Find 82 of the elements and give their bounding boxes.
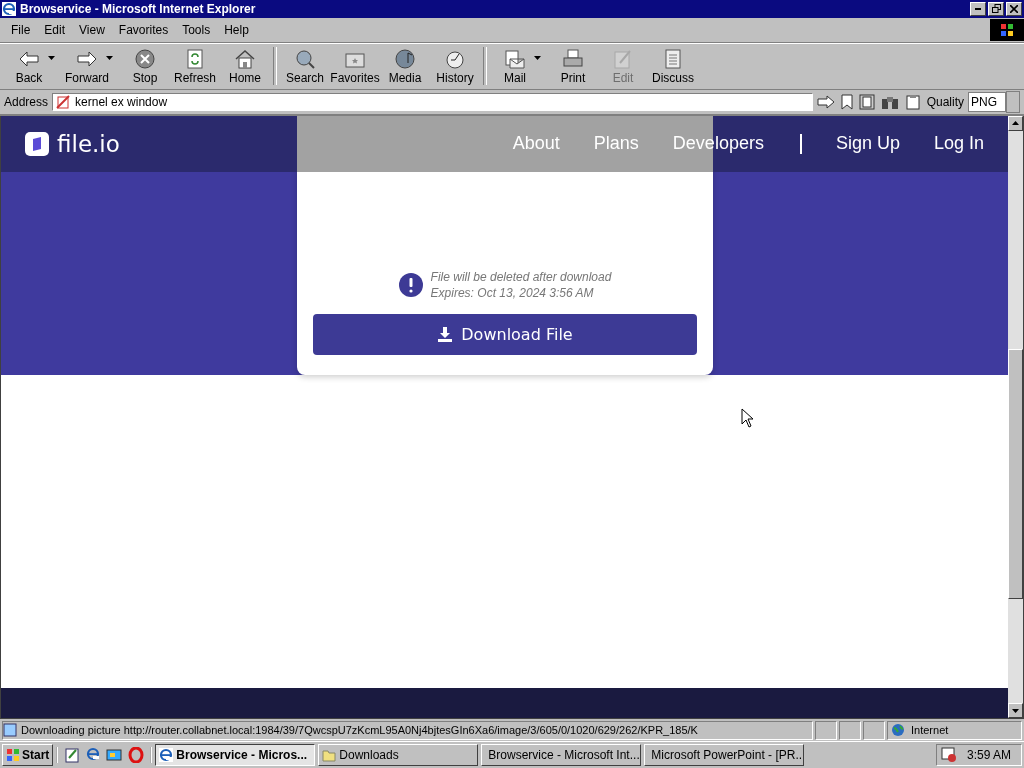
mouse-pointer-icon — [741, 407, 754, 428]
refresh-icon — [184, 47, 206, 70]
download-icon — [437, 326, 454, 343]
toolbar-button[interactable]: Mail — [490, 45, 540, 87]
taskbar-button[interactable]: Browservice - Micros... — [155, 744, 316, 767]
clipboard-icon[interactable] — [904, 93, 921, 110]
browser-icon — [159, 748, 174, 763]
toolbar-button[interactable]: Discuss — [648, 45, 698, 87]
toolbar-button[interactable]: Forward — [62, 45, 112, 87]
toolbar-button[interactable]: History — [430, 45, 480, 87]
browser-icon[interactable] — [86, 747, 101, 762]
globe-music-icon — [394, 47, 416, 70]
scroll-down-button[interactable] — [1008, 703, 1023, 719]
up-arrow-icon — [1012, 121, 1019, 126]
logo-text: file.io — [57, 130, 120, 157]
toolbar-button[interactable]: Media — [380, 45, 430, 87]
menu-item[interactable]: Help — [217, 22, 256, 37]
status-pane — [839, 720, 861, 740]
zone-label: Internet — [911, 724, 949, 737]
address-label: Address — [4, 94, 49, 109]
windows-flag-icon — [6, 748, 20, 763]
search-icon — [294, 47, 316, 70]
status-pane — [863, 720, 885, 740]
taskbar-button[interactable]: Microsoft PowerPoint - [PR... — [644, 744, 805, 767]
dropdown-arrow-icon[interactable] — [48, 55, 55, 60]
toolbar-button[interactable]: Print — [548, 45, 598, 87]
taskbar-button[interactable]: Browservice - Microsoft Int... — [481, 744, 642, 767]
minimize-icon — [975, 7, 981, 10]
status-pane — [815, 720, 837, 740]
close-button[interactable] — [1006, 1, 1022, 16]
folder-icon — [322, 748, 337, 763]
windows-flag-icon — [1000, 22, 1014, 37]
taskbar-button[interactable]: Downloads — [318, 744, 479, 767]
menu-item[interactable]: View — [72, 22, 112, 37]
home-icon — [234, 47, 256, 70]
browser-icon — [2, 1, 16, 16]
menu-item[interactable]: Tools — [175, 22, 218, 37]
download-button[interactable]: Download File — [313, 313, 697, 355]
nav-link[interactable]: Log In — [933, 133, 984, 155]
printer-icon — [562, 47, 584, 70]
down-arrow-icon — [1012, 708, 1019, 713]
notice-text: Expires: Oct 13, 2024 3:56 AM — [430, 285, 595, 300]
address-field[interactable]: kernel ex window — [52, 92, 813, 111]
desktop-icon[interactable] — [106, 747, 123, 764]
toolbar-button[interactable]: Back — [4, 45, 54, 87]
page-crossed-icon — [56, 94, 71, 109]
restore-icon — [991, 4, 1001, 14]
notice-text: File will be deleted after download — [430, 269, 612, 284]
dropdown-arrow-icon[interactable] — [534, 55, 541, 60]
scroll-thumb[interactable] — [1008, 348, 1023, 599]
dropdown-arrow-icon[interactable] — [106, 55, 113, 60]
bookmark-icon[interactable] — [840, 93, 853, 110]
go-arrow-icon[interactable] — [816, 94, 835, 109]
status-text: Downloading picture http://router.collabnet.local:1984/39/7QwcspU7zKcmL95A0Nj4bjtesGIn6Xa6/image/3/605/0/1020/629/262/KPR_185/K — [21, 724, 698, 737]
picture-frame-icon[interactable] — [858, 93, 875, 110]
toolbar-button[interactable]: Search — [280, 45, 330, 87]
document-lines-icon — [662, 47, 684, 70]
notepad-icon[interactable] — [64, 747, 81, 764]
envelope-icon — [504, 47, 526, 70]
quality-label: Quality — [926, 94, 964, 109]
start-button[interactable]: Start — [2, 744, 54, 767]
globe-icon — [891, 723, 905, 738]
scheduler-icon[interactable] — [940, 747, 957, 764]
logo-icon — [25, 131, 49, 156]
menu-item[interactable]: Favorites — [111, 22, 176, 37]
menu-item[interactable]: File — [4, 22, 38, 37]
window-title: Browservice - Microsoft Internet Explorer — [20, 1, 257, 16]
stop-icon — [134, 47, 156, 70]
page-icon — [3, 723, 17, 738]
exclamation-icon — [398, 272, 423, 297]
toolbar-button[interactable]: Stop — [120, 45, 170, 87]
toolbar-button[interactable]: Favorites — [330, 45, 380, 87]
toolbar-button[interactable]: Home — [220, 45, 270, 87]
quality-field[interactable]: PNG — [968, 91, 1006, 112]
clock: 3:59 AM — [966, 748, 1011, 763]
menu-item[interactable]: Edit — [37, 22, 73, 37]
ring-icon[interactable] — [128, 747, 145, 764]
restore-button[interactable] — [988, 1, 1004, 16]
minimize-button[interactable] — [970, 1, 986, 16]
toolbar-button[interactable]: Refresh — [170, 45, 220, 87]
close-icon — [1010, 4, 1018, 13]
nav-link[interactable]: Sign Up — [835, 133, 900, 155]
